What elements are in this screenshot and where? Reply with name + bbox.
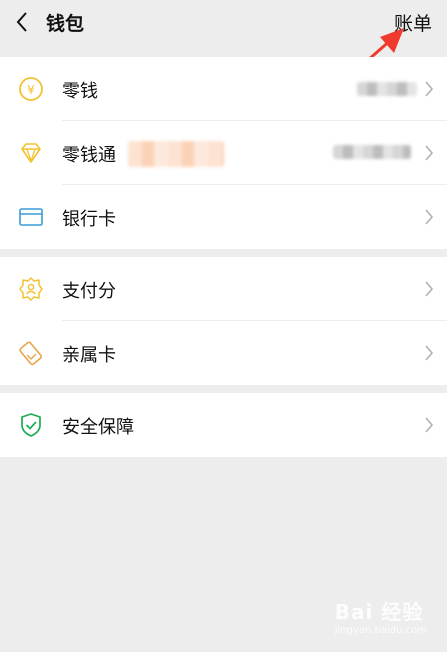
chevron-right-icon <box>423 343 435 363</box>
wallet-item-bank-card[interactable]: 银行卡 <box>0 185 447 249</box>
wallet-item-family-card[interactable]: 亲属卡 <box>0 321 447 385</box>
wallet-item-label: 安全保障 <box>62 417 134 438</box>
redacted-balance <box>333 145 411 159</box>
pay-score-icon <box>18 276 44 302</box>
wallet-item-change[interactable]: ¥ 零钱 <box>0 57 447 121</box>
chevron-right-icon <box>423 279 435 299</box>
chevron-right-icon <box>423 415 435 435</box>
wallet-item-security[interactable]: 安全保障 <box>0 393 447 457</box>
family-card-icon <box>18 340 44 366</box>
svg-text:¥: ¥ <box>27 83 35 97</box>
redacted-balance <box>357 82 417 96</box>
watermark-sub: jingyan.baidu.com <box>334 625 427 636</box>
wallet-item-label: 零钱 <box>62 81 98 102</box>
wallet-item-label: 零钱通 <box>62 145 116 166</box>
wallet-item-label: 亲属卡 <box>62 345 116 366</box>
diamond-icon <box>18 140 44 166</box>
shield-check-icon <box>18 412 44 438</box>
wallet-group-1: ¥ 零钱 零钱通 银行卡 <box>0 57 447 249</box>
wallet-group-2: 支付分 亲属卡 <box>0 257 447 385</box>
wallet-item-label: 支付分 <box>62 281 116 302</box>
page-title: 钱包 <box>46 13 85 35</box>
back-button[interactable] <box>10 8 38 36</box>
chevron-right-icon <box>423 207 435 227</box>
wallet-item-pay-score[interactable]: 支付分 <box>0 257 447 321</box>
header: 钱包 账单 <box>0 0 447 48</box>
redacted-info <box>128 141 224 167</box>
wallet-item-label: 银行卡 <box>62 209 116 230</box>
chevron-right-icon <box>423 79 435 99</box>
chevron-right-icon <box>423 143 435 163</box>
yuan-coin-icon: ¥ <box>18 76 44 102</box>
chevron-left-icon <box>16 12 27 32</box>
watermark-text: Bai 经验 <box>334 600 424 624</box>
bill-button[interactable]: 账单 <box>394 9 432 36</box>
wallet-group-3: 安全保障 <box>0 393 447 457</box>
bank-card-icon <box>18 204 44 230</box>
wallet-item-lingqiantong[interactable]: 零钱通 <box>0 121 447 185</box>
watermark: Bai 经验 jingyan.baidu.com <box>335 596 427 636</box>
